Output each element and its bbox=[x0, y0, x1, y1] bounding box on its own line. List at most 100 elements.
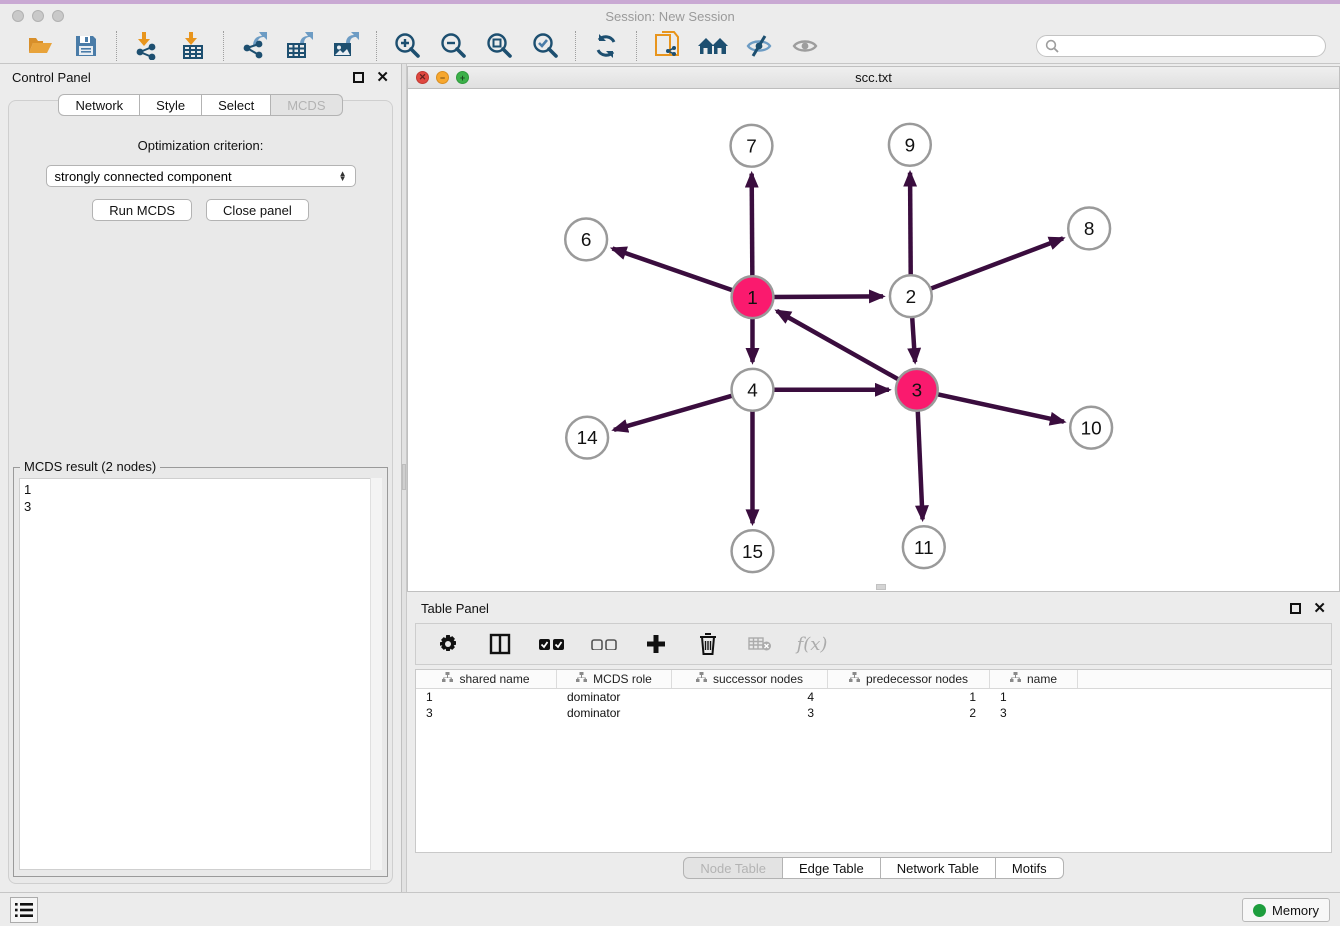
graph-node-4[interactable]: 4 bbox=[732, 369, 774, 411]
edge-3-10[interactable] bbox=[935, 394, 1064, 422]
task-history-button[interactable] bbox=[10, 897, 38, 923]
close-table-panel-icon[interactable]: ✕ bbox=[1313, 603, 1326, 614]
graph-node-11[interactable]: 11 bbox=[903, 526, 945, 568]
tab-network[interactable]: Network bbox=[58, 94, 140, 116]
titlebar: Session: New Session bbox=[0, 4, 1340, 28]
cell-name[interactable]: 3 bbox=[990, 705, 1078, 721]
column-edit-icon bbox=[1010, 672, 1021, 686]
memory-button[interactable]: Memory bbox=[1242, 898, 1330, 922]
canvas-scrollbar-thumb[interactable] bbox=[876, 584, 886, 590]
edge-2-9[interactable] bbox=[910, 173, 911, 278]
cell-name[interactable]: 1 bbox=[990, 689, 1078, 705]
svg-text:10: 10 bbox=[1081, 418, 1102, 439]
close-panel-button[interactable]: Close panel bbox=[206, 199, 309, 221]
edge-2-3[interactable] bbox=[912, 315, 915, 362]
node-table[interactable]: shared nameMCDS rolesuccessor nodesprede… bbox=[415, 669, 1332, 853]
tab-style[interactable]: Style bbox=[140, 94, 202, 116]
graph-node-10[interactable]: 10 bbox=[1070, 407, 1112, 449]
add-icon[interactable] bbox=[640, 629, 672, 659]
float-table-panel-icon[interactable] bbox=[1290, 603, 1301, 614]
tab-select[interactable]: Select bbox=[202, 94, 271, 116]
export-network-icon[interactable] bbox=[238, 31, 270, 61]
close-panel-icon[interactable]: ✕ bbox=[376, 72, 389, 83]
zoom-fit-icon[interactable] bbox=[483, 31, 515, 61]
cell-predecessor-nodes[interactable]: 2 bbox=[828, 705, 990, 721]
edge-2-8[interactable] bbox=[929, 238, 1064, 289]
svg-text:9: 9 bbox=[905, 135, 916, 156]
cell-successor-nodes[interactable]: 4 bbox=[672, 689, 828, 705]
graph-node-8[interactable]: 8 bbox=[1068, 208, 1110, 250]
cell-successor-nodes[interactable]: 3 bbox=[672, 705, 828, 721]
gear-icon[interactable] bbox=[432, 629, 464, 659]
tab-edge-table[interactable]: Edge Table bbox=[783, 857, 881, 879]
graph-node-6[interactable]: 6 bbox=[565, 218, 607, 260]
import-network-icon[interactable] bbox=[131, 31, 163, 61]
edge-1-6[interactable] bbox=[612, 249, 734, 291]
float-panel-icon[interactable] bbox=[353, 72, 364, 83]
zoom-in-icon[interactable] bbox=[391, 31, 423, 61]
tab-network-table[interactable]: Network Table bbox=[881, 857, 996, 879]
edge-4-14[interactable] bbox=[614, 395, 734, 430]
edge-1-7[interactable] bbox=[752, 174, 753, 279]
graph-node-14[interactable]: 14 bbox=[566, 417, 608, 459]
cell-mcds-role[interactable]: dominator bbox=[557, 689, 672, 705]
import-table-icon[interactable] bbox=[177, 31, 209, 61]
zoom-selected-icon[interactable] bbox=[529, 31, 561, 61]
open-folder-icon[interactable] bbox=[24, 31, 56, 61]
export-image-icon[interactable] bbox=[330, 31, 362, 61]
deselect-all-icon[interactable] bbox=[588, 629, 620, 659]
optimization-dropdown[interactable]: strongly connected component ▲▼ bbox=[46, 165, 356, 187]
optimization-value: strongly connected component bbox=[55, 169, 232, 184]
tab-node-table[interactable]: Node Table bbox=[683, 857, 783, 879]
search-field[interactable] bbox=[1036, 35, 1326, 57]
graph-node-1[interactable]: 1 bbox=[732, 276, 774, 318]
delete-table-icon[interactable] bbox=[744, 629, 776, 659]
column-header-successor-nodes[interactable]: successor nodes bbox=[672, 670, 828, 688]
column-edit-icon bbox=[696, 672, 707, 686]
function-icon[interactable]: f(x) bbox=[796, 629, 828, 659]
column-header-name[interactable]: name bbox=[990, 670, 1078, 688]
graph-node-9[interactable]: 9 bbox=[889, 124, 931, 166]
table-row[interactable]: 3dominator323 bbox=[416, 705, 1331, 721]
graph-node-7[interactable]: 7 bbox=[731, 125, 773, 167]
tab-motifs[interactable]: Motifs bbox=[996, 857, 1064, 879]
zoom-out-icon[interactable] bbox=[437, 31, 469, 61]
tab-mcds[interactable]: MCDS bbox=[271, 94, 342, 116]
show-eye-icon[interactable] bbox=[789, 31, 821, 61]
run-mcds-button[interactable]: Run MCDS bbox=[92, 199, 192, 221]
svg-text:11: 11 bbox=[914, 538, 934, 559]
home-icon[interactable] bbox=[697, 31, 729, 61]
table-panel: Table Panel ✕ bbox=[407, 595, 1340, 885]
cell-shared-name[interactable]: 3 bbox=[416, 705, 557, 721]
cell-mcds-role[interactable]: dominator bbox=[557, 705, 672, 721]
column-header-shared-name[interactable]: shared name bbox=[416, 670, 557, 688]
network-window-titlebar[interactable]: ✕ − + scc.txt bbox=[408, 67, 1339, 89]
graph-node-15[interactable]: 15 bbox=[732, 530, 774, 572]
table-row[interactable]: 1dominator411 bbox=[416, 689, 1331, 705]
edge-3-1[interactable] bbox=[777, 311, 901, 381]
control-panel-title: Control Panel bbox=[12, 70, 91, 85]
window-title: Session: New Session bbox=[0, 9, 1340, 24]
cell-shared-name[interactable]: 1 bbox=[416, 689, 557, 705]
mcds-result-title: MCDS result (2 nodes) bbox=[20, 459, 160, 474]
network-canvas[interactable]: 1 2 3 4 6 7 8 9 10 11 14 15 bbox=[408, 89, 1339, 591]
network-graph: 1 2 3 4 6 7 8 9 10 11 14 15 bbox=[408, 89, 1340, 591]
save-icon[interactable] bbox=[70, 31, 102, 61]
export-table-icon[interactable] bbox=[284, 31, 316, 61]
search-input[interactable] bbox=[1059, 39, 1317, 53]
table-tabs: Node TableEdge TableNetwork TableMotifs bbox=[407, 857, 1340, 879]
cell-predecessor-nodes[interactable]: 1 bbox=[828, 689, 990, 705]
hide-eye-icon[interactable] bbox=[743, 31, 775, 61]
edge-1-2[interactable] bbox=[771, 296, 883, 297]
split-columns-icon[interactable] bbox=[484, 629, 516, 659]
result-scrollbar[interactable] bbox=[370, 478, 382, 870]
network-file-icon[interactable] bbox=[651, 31, 683, 61]
column-header-mcds-role[interactable]: MCDS role bbox=[557, 670, 672, 688]
graph-node-3[interactable]: 3 bbox=[896, 369, 938, 411]
edge-3-11[interactable] bbox=[918, 409, 923, 520]
graph-node-2[interactable]: 2 bbox=[890, 275, 932, 317]
trash-icon[interactable] bbox=[692, 629, 724, 659]
select-all-icon[interactable] bbox=[536, 629, 568, 659]
refresh-icon[interactable] bbox=[590, 31, 622, 61]
column-header-predecessor-nodes[interactable]: predecessor nodes bbox=[828, 670, 990, 688]
